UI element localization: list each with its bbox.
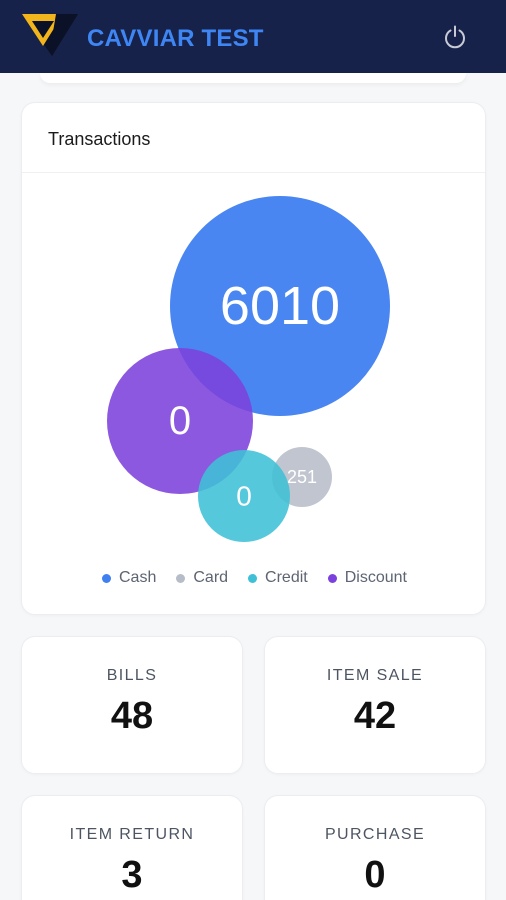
app-title: CAVVIAR TEST xyxy=(87,25,264,52)
item-sale-label: ITEM SALE xyxy=(326,667,424,684)
cavviar-v-logo-icon xyxy=(22,14,78,56)
purchase-label: PURCHASE xyxy=(324,826,426,843)
legend-label-discount: Discount xyxy=(344,569,407,586)
legend-label-credit: Credit xyxy=(265,569,308,586)
bills-value: 48 xyxy=(110,695,154,737)
transactions-card: Transactions 6010 0 251 0 Cash Card Credit … xyxy=(21,102,486,615)
item-return-card[interactable]: ITEM RETURN 3 xyxy=(21,795,243,900)
legend-item-credit[interactable]: Credit xyxy=(248,567,308,589)
legend-item-card[interactable]: Card xyxy=(176,567,228,589)
legend-dot-card xyxy=(176,573,186,583)
legend-label-cash: Cash xyxy=(119,569,157,586)
legend-item-cash[interactable]: Cash xyxy=(102,567,156,589)
item-return-label: ITEM RETURN xyxy=(69,826,195,843)
legend-item-discount[interactable]: Discount xyxy=(327,567,407,589)
bills-card[interactable]: BILLS 48 xyxy=(21,636,243,774)
app-bar: CAVVIAR TEST xyxy=(0,0,506,73)
legend-dot-credit xyxy=(248,573,258,583)
previous-card-edge xyxy=(40,73,466,83)
bubble-label-card: 251 xyxy=(287,467,317,487)
bills-label: BILLS xyxy=(106,667,158,684)
purchase-card[interactable]: PURCHASE 0 xyxy=(264,795,486,900)
item-return-value: 3 xyxy=(121,854,143,896)
bubble-label-cash: 6010 xyxy=(220,276,340,336)
item-sale-card[interactable]: ITEM SALE 42 xyxy=(264,636,486,774)
legend-label-card: Card xyxy=(193,569,229,586)
bubble-chart: 6010 0 251 0 xyxy=(107,196,390,542)
power-icon[interactable] xyxy=(442,24,468,50)
transactions-title: Transactions xyxy=(22,103,485,173)
purchase-value: 0 xyxy=(364,854,386,896)
legend-dot-cash xyxy=(102,573,111,583)
legend-dot-discount xyxy=(327,573,337,583)
bubble-label-discount: 0 xyxy=(169,399,191,443)
bubble-label-credit: 0 xyxy=(236,481,252,512)
item-sale-value: 42 xyxy=(353,695,397,737)
chart-legend: Cash Card Credit Discount xyxy=(22,567,487,589)
